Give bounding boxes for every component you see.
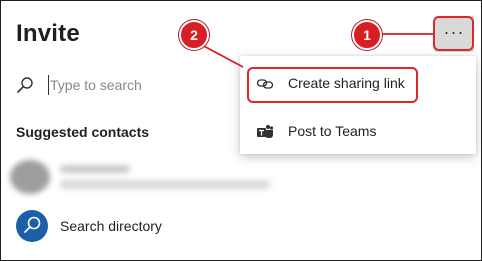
suggested-contacts-heading: Suggested contacts xyxy=(16,124,150,140)
search-bar[interactable] xyxy=(16,70,236,100)
directory-search-icon xyxy=(16,210,48,242)
suggested-contact[interactable] xyxy=(10,160,280,196)
search-icon xyxy=(17,77,33,93)
contact-name-redacted xyxy=(60,165,130,173)
text-caret xyxy=(48,75,49,95)
teams-icon xyxy=(257,125,274,138)
menu-item-post-to-teams[interactable]: Post to Teams xyxy=(240,114,476,150)
search-input[interactable] xyxy=(50,75,230,95)
sharing-link-highlight xyxy=(247,67,418,103)
callout-step-2: 2 xyxy=(179,20,209,50)
contact-email-redacted xyxy=(60,180,270,189)
avatar xyxy=(10,160,50,194)
search-directory-item[interactable]: Search directory xyxy=(16,210,216,242)
callout-step-1: 1 xyxy=(352,20,382,50)
page-title: Invite xyxy=(16,20,80,47)
search-directory-label: Search directory xyxy=(60,218,162,234)
more-options-highlight xyxy=(433,16,474,51)
menu-item-label: Post to Teams xyxy=(288,123,377,139)
